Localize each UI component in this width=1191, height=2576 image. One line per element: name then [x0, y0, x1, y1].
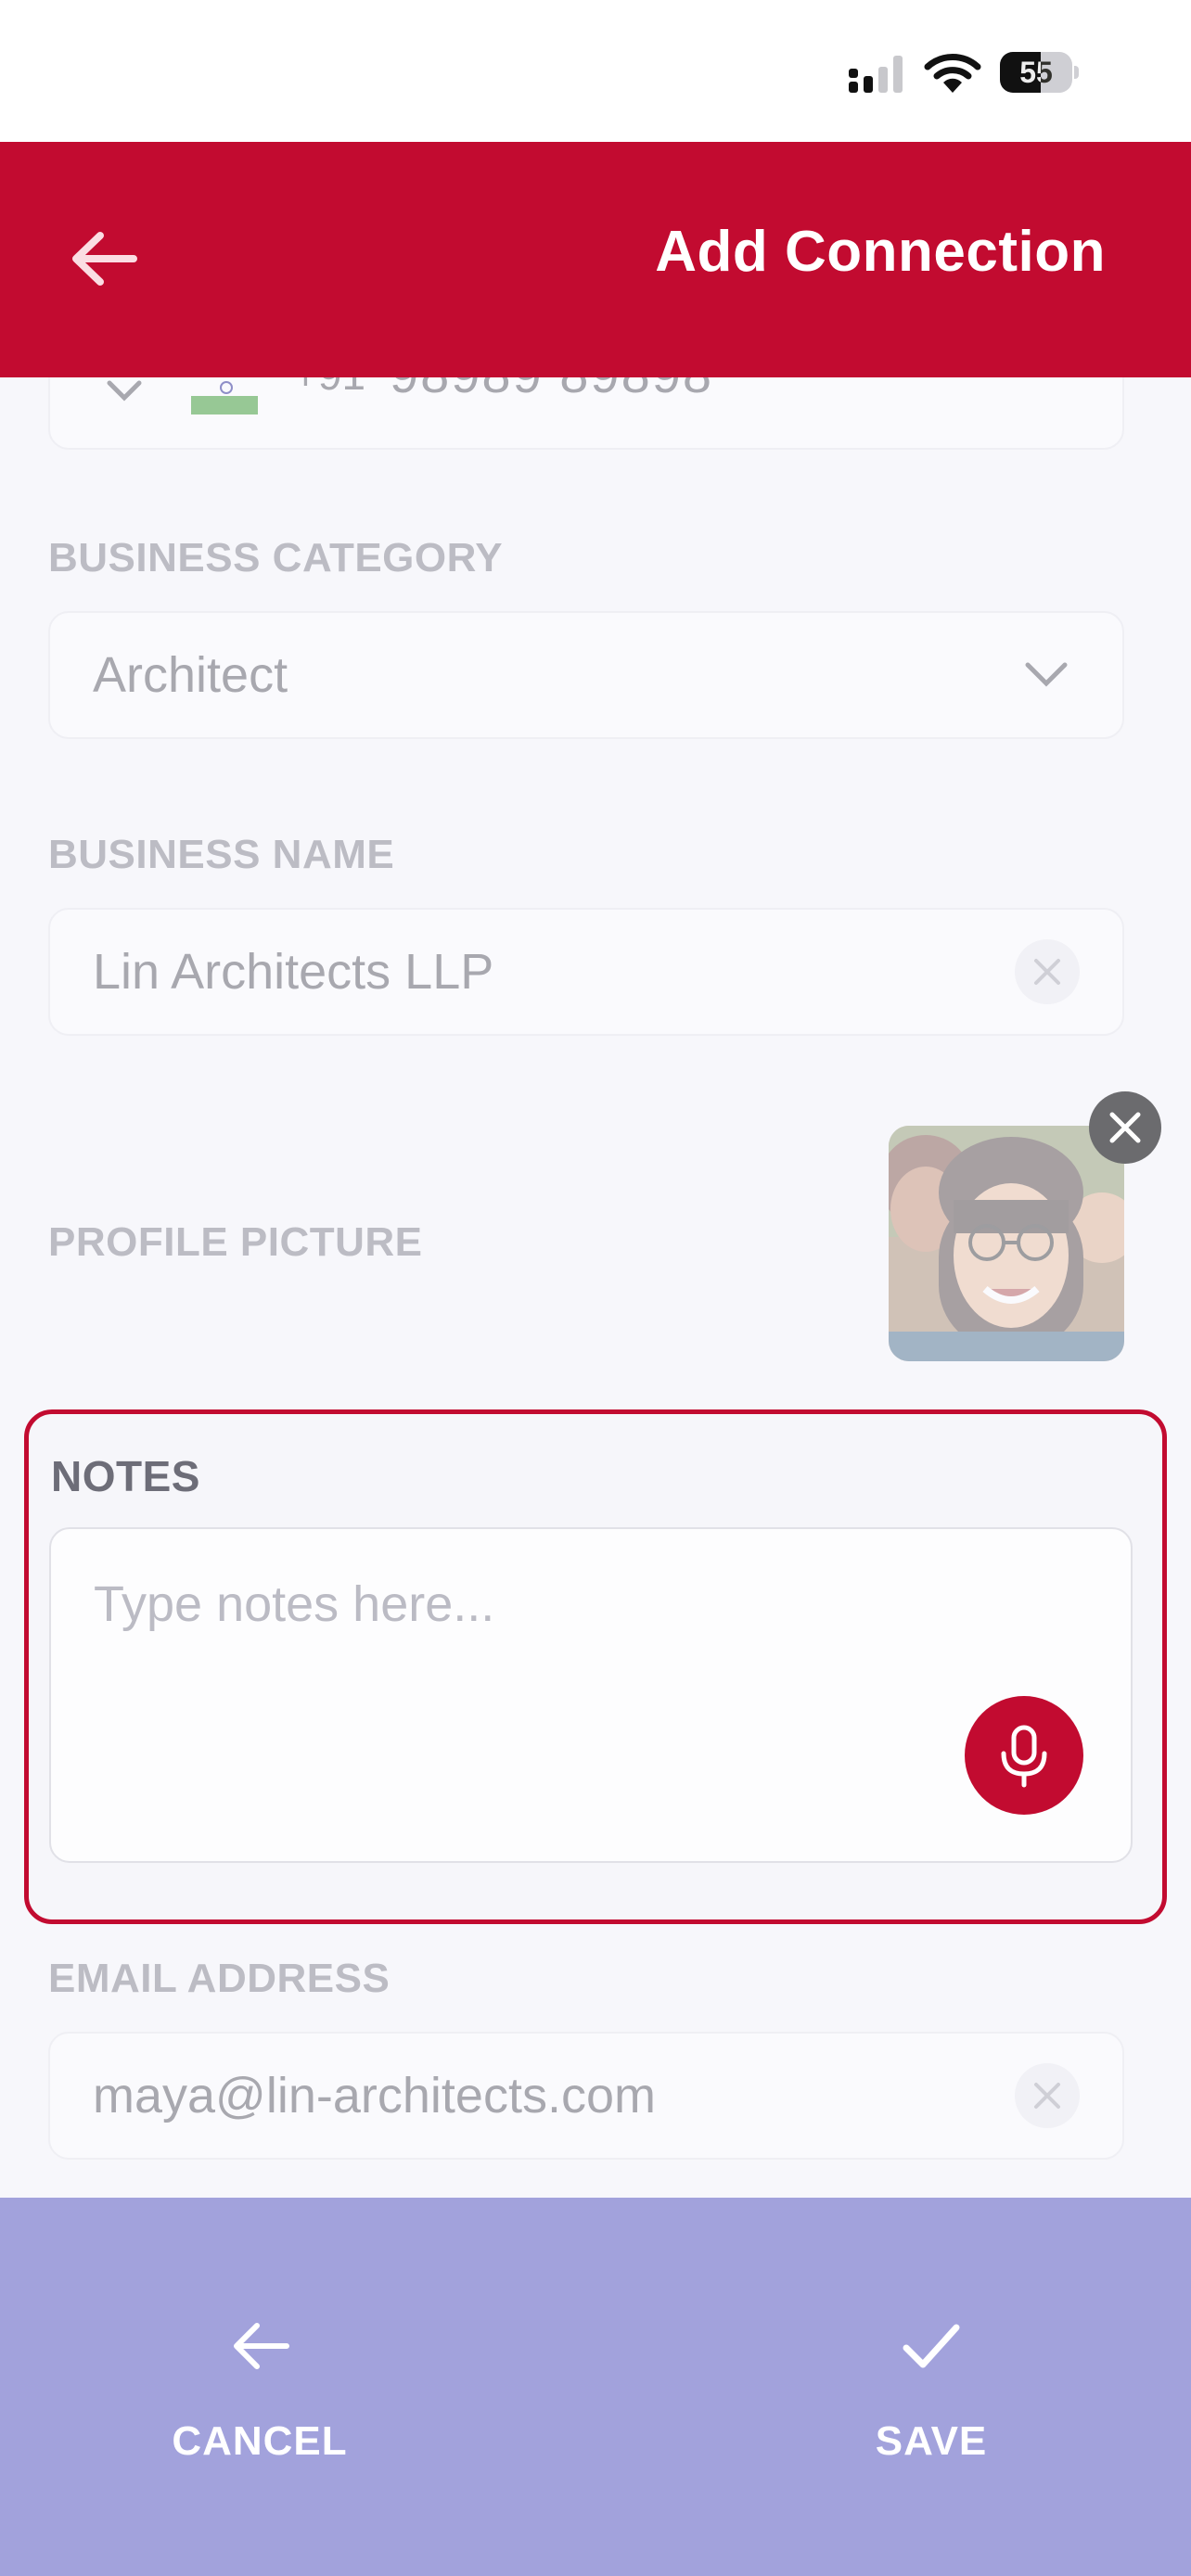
microphone-button[interactable] — [965, 1696, 1083, 1815]
save-button[interactable]: SAVE — [746, 2198, 1117, 2576]
page-title: Add Connection — [655, 220, 1106, 284]
battery-level: 55 — [1019, 56, 1053, 89]
chevron-down-icon[interactable] — [106, 379, 143, 403]
battery-icon: 55 — [1000, 52, 1082, 95]
cancel-label: CANCEL — [172, 2418, 348, 2464]
country-code: +91 — [293, 377, 365, 400]
notes-textarea[interactable]: Type notes here... — [49, 1527, 1133, 1863]
microphone-icon — [1001, 1725, 1047, 1788]
bottom-action-bar: CANCEL SAVE — [0, 2198, 1191, 2576]
chevron-down-icon — [1025, 662, 1068, 687]
email-label: EMAIL ADDRESS — [48, 1956, 391, 2001]
business-name-field[interactable]: Lin Architects LLP — [48, 908, 1124, 1036]
wifi-icon — [924, 54, 981, 93]
notes-label: NOTES — [51, 1452, 200, 1500]
notes-section: NOTES Type notes here... — [24, 1409, 1167, 1924]
clear-icon — [1034, 2083, 1060, 2109]
status-bar: 55 — [0, 0, 1191, 142]
india-flag-icon — [191, 377, 258, 414]
signal-icon — [849, 56, 903, 93]
clear-button[interactable] — [1015, 2063, 1080, 2128]
business-category-value: Architect — [93, 647, 288, 703]
form-content: +91 98989 89898 BUSINESS CATEGORY Archit… — [0, 377, 1191, 2198]
back-arrow-icon — [234, 2323, 289, 2369]
phone-field[interactable]: +91 98989 89898 — [48, 377, 1124, 450]
back-arrow-icon[interactable] — [67, 226, 141, 291]
close-icon — [1109, 1112, 1141, 1143]
notes-placeholder: Type notes here... — [94, 1576, 495, 1632]
check-icon — [903, 2324, 960, 2368]
remove-picture-button[interactable] — [1089, 1091, 1161, 1164]
business-name-label: BUSINESS NAME — [48, 832, 395, 877]
profile-picture-thumbnail[interactable] — [889, 1126, 1124, 1361]
save-label: SAVE — [875, 2418, 988, 2464]
profile-photo — [889, 1126, 1124, 1361]
business-category-select[interactable]: Architect — [48, 611, 1124, 739]
profile-picture-label: PROFILE PICTURE — [48, 1219, 423, 1265]
business-category-label: BUSINESS CATEGORY — [48, 535, 504, 580]
phone-number: 98989 89898 — [390, 377, 713, 404]
cancel-button[interactable]: CANCEL — [74, 2198, 445, 2576]
email-field[interactable]: maya@lin-architects.com — [48, 2032, 1124, 2160]
clear-button[interactable] — [1015, 939, 1080, 1004]
business-name-value: Lin Architects LLP — [93, 944, 494, 1000]
clear-icon — [1034, 959, 1060, 985]
email-value: maya@lin-architects.com — [93, 2068, 656, 2123]
